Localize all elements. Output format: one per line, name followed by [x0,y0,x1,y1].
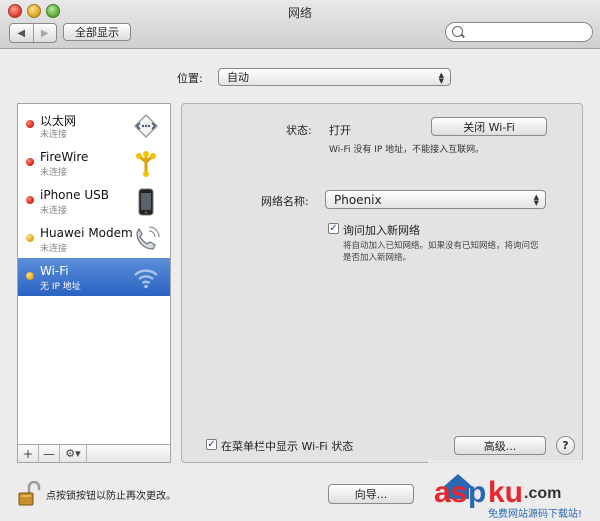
aspku-watermark-logo: as p ku .com 免费网站源码下载站! [428,460,600,521]
help-button[interactable]: ? [556,436,575,455]
network-name-label: 网络名称: [261,195,309,208]
add-service-button[interactable]: + [18,445,39,462]
service-huawei-modem[interactable]: Huawei Modem 未连接 [18,220,170,258]
ask-to-join-description: 将自动加入已知网络。如果没有已知网络，将询问您是否加入新网络。 [343,241,539,263]
window-title: 网络 [287,6,312,20]
lock-hint-label: 点按锁按钮以防止再次更改。 [46,491,176,502]
status-description: Wi-Fi 没有 IP 地址，不能接入互联网。 [329,145,485,155]
ethernet-icon [133,113,159,139]
location-value: 自动 [227,71,249,84]
back-forward-control: ◀ ▶ [9,23,57,43]
ask-to-join-label: 询问加入新网络 [343,224,420,237]
advanced-button[interactable]: 高级... [454,436,546,455]
service-status: 未连接 [40,168,68,178]
service-iphone-usb[interactable]: iPhone USB 未连接 [18,182,170,220]
show-all-button[interactable]: 全部显示 [63,23,131,41]
status-dot-red [26,120,34,128]
gear-icon[interactable]: ⚙▾ [60,445,87,462]
status-dot-red [26,158,34,166]
service-name: iPhone USB [40,188,109,202]
status-label: 状态: [286,124,312,137]
service-wifi[interactable]: Wi-Fi 无 IP 地址 [18,258,170,296]
location-popup[interactable]: 自动 ▲ ▼ [218,68,451,86]
turn-off-wifi-button[interactable]: 关闭 Wi-Fi [431,117,547,136]
status-dot-yellow [26,272,34,280]
lock-icon[interactable] [17,481,41,507]
show-in-menubar-label: 在菜单栏中显示 Wi-Fi 状态 [221,440,354,453]
service-name: FireWire [40,150,89,164]
ask-to-join-checkbox[interactable]: ✓ [328,223,339,234]
service-name: Huawei Modem [40,226,133,240]
show-in-menubar-checkbox[interactable]: ✓ [206,439,217,450]
network-name-popup[interactable]: Phoenix ▲ ▼ [325,190,546,209]
service-status: 无 IP 地址 [40,282,81,292]
popup-arrows-icon: ▲ ▼ [533,193,539,207]
detail-pane [181,103,583,463]
search-icon-handle [461,33,465,38]
service-list: 以太网 未连接 FireWire 未连接 iPhone USB 未连接 Huaw… [17,103,171,445]
forward-button[interactable]: ▶ [32,24,57,42]
location-label: 位置: [177,72,203,85]
svg-text:.com: .com [524,485,561,502]
service-status: 未连接 [40,244,68,254]
svg-text:ku: ku [488,476,523,509]
service-firewire[interactable]: FireWire 未连接 [18,144,170,182]
modem-phone-icon [136,226,160,250]
wifi-icon [134,269,158,289]
network-name-value: Phoenix [334,192,382,207]
remove-service-button[interactable]: — [39,445,60,462]
service-ethernet[interactable]: 以太网 未连接 [18,106,170,144]
status-dot-yellow [26,234,34,242]
assist-button[interactable]: 向导... [328,484,414,504]
svg-text:p: p [468,476,486,509]
firewire-icon [136,151,156,177]
iphone-icon [138,188,154,216]
svg-text:免费网站源码下载站!: 免费网站源码下载站! [488,507,582,520]
service-list-controls: + — ⚙▾ [17,445,171,463]
back-button[interactable]: ◀ [10,24,33,42]
service-status: 未连接 [40,130,68,140]
search-field[interactable] [445,22,593,42]
popup-arrows-icon: ▲ ▼ [438,71,444,85]
status-value: 打开 [329,124,351,137]
service-status: 未连接 [40,206,68,216]
service-name: Wi-Fi [40,264,69,278]
svg-text:as: as [434,476,467,509]
status-dot-red [26,196,34,204]
